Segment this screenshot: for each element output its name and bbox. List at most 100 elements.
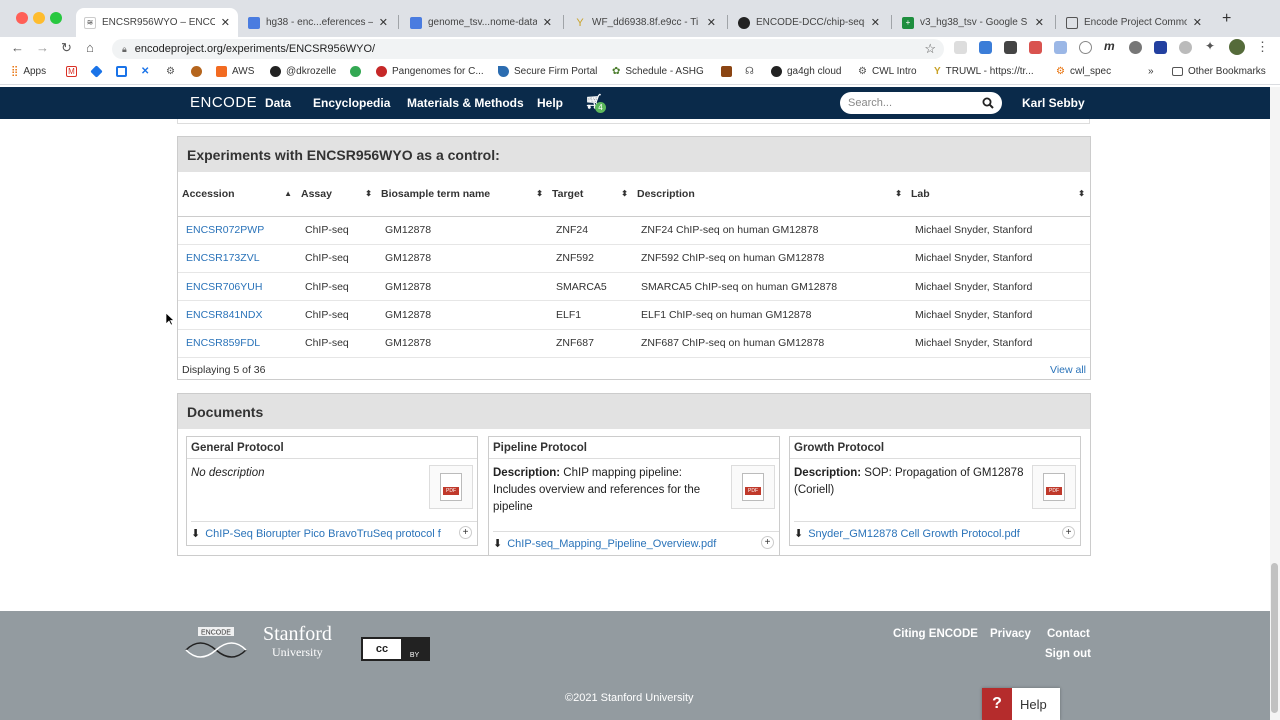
extension-icon[interactable] <box>954 41 967 54</box>
sort-ascending-icon[interactable]: ▲ <box>284 189 292 198</box>
sort-icon[interactable]: ⬍ <box>536 189 543 198</box>
footer-link-contact[interactable]: Contact <box>1047 628 1090 640</box>
extension-icon[interactable] <box>1004 41 1017 54</box>
column-header-lab[interactable]: Lab ⬍ <box>907 172 1090 217</box>
close-tab-icon[interactable]: ✕ <box>871 16 880 29</box>
address-bar[interactable]: 🔒︎ encodeproject.org/experiments/ENCSR95… <box>112 39 944 59</box>
bookmark-secure-firm-portal[interactable]: Secure Firm Portal <box>498 66 597 77</box>
browser-tab-active[interactable]: ≋ ENCSR956WYO – ENCODE ✕ <box>76 8 238 37</box>
bookmark-apps[interactable]: ⣿ Apps <box>11 66 46 77</box>
accession-link[interactable]: ENCSR706YUH <box>186 281 262 293</box>
bookmark-icon[interactable]: ✕ <box>141 66 149 77</box>
extension-icon[interactable] <box>1129 41 1142 54</box>
extension-icon[interactable] <box>1154 41 1167 54</box>
close-window-button[interactable] <box>16 12 28 24</box>
extension-icon[interactable] <box>1029 41 1042 54</box>
column-header-assay[interactable]: Assay ⬍ <box>297 172 377 217</box>
search-icon[interactable] <box>982 97 994 109</box>
bookmark-other[interactable]: Other Bookmarks <box>1172 66 1266 77</box>
nav-encyclopedia[interactable]: Encyclopedia <box>313 96 390 110</box>
extension-icon[interactable] <box>1179 41 1192 54</box>
user-menu[interactable]: Karl Sebby <box>1022 96 1085 110</box>
sort-icon[interactable]: ⬍ <box>1078 189 1085 198</box>
close-tab-icon[interactable]: ✕ <box>379 16 388 29</box>
column-header-biosample[interactable]: Biosample term name ⬍ <box>377 172 548 217</box>
footer-link-privacy[interactable]: Privacy <box>990 628 1031 640</box>
zoom-window-button[interactable] <box>50 12 62 24</box>
view-all-link[interactable]: View all <box>1050 364 1086 376</box>
column-header-accession[interactable]: Accession ▲ <box>178 172 297 217</box>
nav-help[interactable]: Help <box>537 96 563 110</box>
expand-document-button[interactable]: + <box>1062 526 1075 539</box>
bookmark-icon[interactable]: ☊ <box>745 66 754 77</box>
sort-icon[interactable]: ⬍ <box>621 189 628 198</box>
bookmark-icon[interactable]: ⚙ <box>166 66 175 77</box>
pdf-thumbnail[interactable]: PDF <box>731 465 775 509</box>
extension-icon[interactable] <box>1054 41 1067 54</box>
stanford-logo-text[interactable]: Stanford <box>263 623 332 646</box>
nav-data[interactable]: Data <box>265 96 291 110</box>
browser-tab[interactable]: Encode Project Commo ✕ <box>1058 8 1210 37</box>
bookmark-ga4gh[interactable]: ga4gh cloud <box>771 66 842 77</box>
gmail-bookmark-icon[interactable]: M <box>66 66 77 77</box>
browser-tab[interactable]: + v3_hg38_tsv - Google S ✕ <box>894 8 1052 37</box>
encode-logo[interactable]: ENCODE <box>190 94 257 111</box>
bookmark-icon[interactable] <box>90 65 103 78</box>
minimize-window-button[interactable] <box>33 12 45 24</box>
profile-avatar[interactable] <box>1229 39 1245 55</box>
pdf-thumbnail[interactable]: PDF <box>1032 465 1076 509</box>
browser-tab[interactable]: ENCODE-DCC/chip-seq- ✕ <box>730 8 888 37</box>
back-arrow-icon[interactable]: ← <box>11 40 24 55</box>
download-icon[interactable]: ⬇︎ <box>493 537 502 550</box>
bookmark-icon[interactable] <box>116 66 127 77</box>
expand-document-button[interactable]: + <box>459 526 472 539</box>
document-file-link[interactable]: Snyder_GM12878 Cell Growth Protocol.pdf <box>808 528 1020 540</box>
close-tab-icon[interactable]: ✕ <box>1193 16 1202 29</box>
bookmark-icon[interactable] <box>191 66 202 77</box>
download-icon[interactable]: ⬇︎ <box>794 527 803 540</box>
document-file-link[interactable]: ChIP-Seq Biorupter Pico BravoTruSeq prot… <box>205 528 441 540</box>
help-button[interactable]: ? Help <box>982 688 1060 720</box>
column-header-description[interactable]: Description ⬍ <box>633 172 907 217</box>
download-icon[interactable]: ⬇︎ <box>191 527 200 540</box>
site-search-input[interactable]: Search... <box>840 92 1002 114</box>
bookmark-pangenomes[interactable]: Pangenomes for C... <box>376 66 484 77</box>
sort-icon[interactable]: ⬍ <box>895 189 902 198</box>
bookmark-schedule-ashg[interactable]: ✿ Schedule - ASHG <box>612 66 704 77</box>
bookmark-cwl-spec[interactable]: ⚙ cwl_spec <box>1056 66 1111 77</box>
forward-arrow-icon[interactable]: → <box>36 40 49 55</box>
browser-tab[interactable]: genome_tsv...nome-data ✕ <box>402 8 560 37</box>
bookmark-pangenomes[interactable] <box>350 66 361 77</box>
bookmark-cwl-intro[interactable]: ⚙ CWL Intro <box>858 66 917 77</box>
browser-menu-icon[interactable]: ⋮ <box>1256 39 1269 54</box>
bookmark-dkrozelle[interactable]: @dkrozelle <box>270 66 336 77</box>
new-tab-button[interactable]: + <box>1222 10 1231 28</box>
close-tab-icon[interactable]: ✕ <box>707 16 716 29</box>
extension-icon[interactable] <box>1079 41 1092 54</box>
extension-m-icon[interactable]: m <box>1104 39 1117 53</box>
bookmark-icon[interactable] <box>721 66 732 77</box>
home-icon[interactable]: ⌂ <box>86 40 94 55</box>
sort-icon[interactable]: ⬍ <box>365 189 372 198</box>
accession-link[interactable]: ENCSR173ZVL <box>186 252 260 264</box>
browser-tab[interactable]: Y WF_dd6938.8f.e9cc - Ti ✕ <box>566 8 724 37</box>
accession-link[interactable]: ENCSR841NDX <box>186 309 262 321</box>
bookmarks-overflow-icon[interactable]: » <box>1148 66 1154 77</box>
creative-commons-badge[interactable]: cc BY <box>361 637 430 661</box>
extension-icon[interactable] <box>979 41 992 54</box>
close-tab-icon[interactable]: ✕ <box>543 16 552 29</box>
encode-footer-logo[interactable]: ENCODE <box>184 626 248 664</box>
page-scrollbar-thumb[interactable] <box>1271 563 1278 713</box>
expand-document-button[interactable]: + <box>761 536 774 549</box>
extensions-puzzle-icon[interactable]: ✦ <box>1205 39 1218 53</box>
reload-icon[interactable]: ↻ <box>61 40 72 56</box>
column-header-target[interactable]: Target ⬍ <box>548 172 633 217</box>
footer-link-sign-out[interactable]: Sign out <box>1045 648 1091 660</box>
close-tab-icon[interactable]: ✕ <box>1035 16 1044 29</box>
bookmark-truwl[interactable]: Y TRUWL - https://tr... <box>934 66 1034 77</box>
document-file-link[interactable]: ChIP-seq_Mapping_Pipeline_Overview.pdf <box>507 538 716 550</box>
browser-tab[interactable]: hg38 - enc...eferences – ✕ <box>240 8 396 37</box>
bookmark-aws[interactable]: AWS <box>216 66 254 77</box>
bookmark-star-icon[interactable]: ☆ <box>924 41 936 57</box>
nav-materials-methods[interactable]: Materials & Methods <box>407 96 524 110</box>
